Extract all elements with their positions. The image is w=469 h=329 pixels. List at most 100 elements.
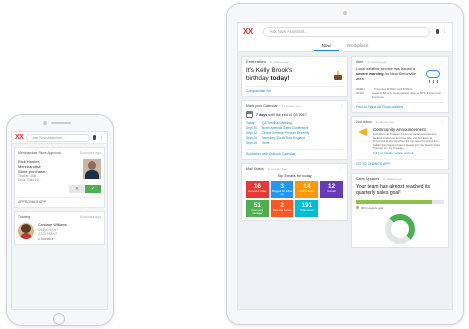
card-menu-icon[interactable]: ⋮ [440, 177, 444, 181]
training-card: Training 6 minutes ago Candace Williams … [14, 211, 105, 246]
calendar-card: Mark your Calendar 5 minutes ago ⋮ 7 day… [241, 100, 348, 160]
megaphone-icon [356, 127, 370, 137]
phone-search-input[interactable]: Ask Now Assistant... [26, 133, 90, 142]
more-menu-icon[interactable]: ⋮ [99, 135, 104, 140]
status-badge: ● Available [38, 236, 54, 241]
legend-swatch [355, 206, 359, 210]
inbox-title: 2nd Inbox [355, 120, 372, 124]
calendar-time: 5 minutes ago [281, 104, 301, 108]
tablet-camera [343, 11, 347, 15]
mail-tile-label: From your manager [251, 209, 264, 215]
card-menu-icon[interactable]: ⋮ [339, 167, 343, 171]
approval-card-time: 5 minutes ago [79, 151, 101, 155]
event-label: Store [262, 141, 270, 145]
card-menu-icon[interactable]: ⋮ [339, 60, 343, 64]
app-logo-icon[interactable]: XX [15, 134, 24, 141]
mail-tile-count: 3 [280, 183, 284, 190]
mail-tile-count: 191 [301, 202, 313, 209]
mail-title: Mail Status [246, 167, 264, 171]
mail-tile-count: 2 [280, 202, 284, 209]
celebrations-title: Celebrations [246, 60, 267, 64]
list-item[interactable]: Sept 26 Store [246, 141, 343, 146]
alert-link[interactable]: Post to Stand Ad Flood policies [355, 102, 444, 109]
mail-tiles: 16 Received today 3 Flagged for follow up 14… [246, 181, 343, 217]
mail-tile[interactable]: 51 From your manager [246, 200, 269, 217]
alert-text: Local weather service has issued a [355, 67, 416, 71]
alert-time: 6 minutes ago [367, 60, 387, 64]
alert-card: Alert 6 minutes ago ⋮ Local weather serv… [350, 56, 449, 113]
calendar-icon [246, 111, 253, 118]
reject-button[interactable]: ✕ [69, 185, 85, 193]
mail-time: 6 minutes ago [267, 167, 287, 171]
mail-tile-label: Calendar invites [272, 209, 292, 212]
event-date: Sept 26 [246, 141, 257, 145]
approval-card: Merchandise Store Approval 5 minutes ago… [14, 147, 105, 208]
microphone-icon[interactable] [436, 29, 439, 34]
phone-top-bar: XX Ask Now Assistant... ⋮ [12, 132, 107, 144]
calendar-event-list: Today Q3 Townhall Meeting Sept 20 North Am… [246, 121, 343, 146]
approve-button[interactable]: ✓ [85, 185, 101, 193]
announcement-link[interactable]: Tell your friends, register and join [373, 151, 444, 156]
sales-time: 5 minutes ago [383, 176, 403, 181]
tab-bar: Now Workplace [238, 40, 452, 52]
announcement-body: Inspiration at Traveler. Listen to socia… [372, 132, 440, 151]
avatar [83, 159, 101, 179]
card-menu-icon[interactable]: ⋮ [440, 120, 444, 124]
sales-text: Your team has almost reached its quarter… [355, 183, 430, 196]
training-name: Candace Williams [38, 223, 67, 227]
alert-text-bold: severe warning [355, 71, 384, 76]
tablet-top-bar: XX Ask Now Assistant... ⋮ [238, 23, 452, 40]
approval-card-title: Merchandise Store Approval [18, 151, 61, 155]
mail-tile-count: 51 [253, 202, 261, 209]
tab-now[interactable]: Now [313, 40, 339, 51]
sales-progress-bar [355, 199, 444, 204]
mail-tile[interactable]: 2 Calendar invites [270, 200, 294, 217]
celebrations-time: 6 minutes ago [270, 60, 290, 64]
sales-legend: 90% towards goal [360, 205, 384, 210]
mail-tile-count: 14 [303, 183, 311, 190]
app-logo-icon[interactable]: XX [243, 27, 253, 36]
phone-home-button[interactable] [53, 313, 65, 325]
microphone-icon[interactable] [93, 135, 96, 140]
mail-status-card: Mail Status 6 minutes ago ⋮ Top Emails f… [241, 163, 348, 221]
celebrations-text: birthday [246, 75, 271, 82]
mail-tile[interactable]: 14 Needs Reply [295, 181, 319, 198]
rain-cloud-icon [424, 67, 444, 85]
mail-tile-count: 16 [253, 183, 261, 190]
alert-value: Gusts of 60mph, temperatures drop to 38°… [371, 91, 441, 99]
tablet-device: XX Ask Now Assistant... ⋮ Now Workplace … [226, 3, 464, 325]
mail-tile-label: Flagged for follow up [271, 190, 293, 196]
more-menu-icon[interactable]: ⋮ [442, 29, 447, 34]
phone-speaker [51, 122, 71, 124]
tablet-screen: XX Ask Now Assistant... ⋮ Now Workplace … [237, 22, 453, 310]
celebrations-text: It's Kelly Brook's [246, 67, 293, 74]
calendar-title: Mark your Calendar [246, 104, 278, 108]
mail-tile-label: Needs Reply [299, 190, 315, 193]
sales-progress-fill [355, 199, 432, 204]
phone-camera [43, 121, 47, 125]
change-app-link[interactable]: GO TO CHANGE APP [355, 158, 444, 166]
tab-workplace[interactable]: Workplace [339, 40, 377, 51]
mail-tile[interactable]: 191 Total stored [295, 200, 319, 217]
inbox-card: 2nd Inbox 6 minutes ago ⋮ Community Anno… [350, 116, 449, 170]
birthday-cake-icon [333, 70, 343, 80]
mail-tile-label: Unread [327, 190, 336, 193]
subscribe-calendar-link[interactable]: Subscribe with Outlook Calendar [246, 149, 343, 156]
congratulate-link[interactable]: Congratulate her [246, 86, 343, 93]
mail-tile-label: Total stored [300, 209, 314, 212]
card-menu-icon[interactable]: ⋮ [440, 60, 444, 64]
approvals-app-link[interactable]: APPROVALS APP [18, 197, 101, 204]
celebrations-card: Celebrations 6 minutes ago ⋮ It's Kelly … [241, 56, 348, 97]
calendar-summary-bold: 7 days [256, 112, 268, 117]
mail-tile-label: Received today [248, 190, 267, 193]
sales-title: Sales Updates [355, 176, 380, 181]
tablet-search-input[interactable]: Ask Now Assistant... [262, 26, 430, 37]
alert-title: Alert [355, 60, 364, 64]
mail-tile[interactable]: 3 Flagged for follow up [270, 181, 294, 198]
mail-tile[interactable]: 12 Unread [320, 181, 343, 198]
mail-tile[interactable]: 16 Received today [246, 181, 269, 198]
sales-donut-chart [384, 213, 415, 244]
calendar-summary: until the end of Q3 2017 [267, 112, 307, 117]
card-menu-icon[interactable]: ⋮ [339, 104, 343, 108]
avatar [18, 223, 34, 239]
